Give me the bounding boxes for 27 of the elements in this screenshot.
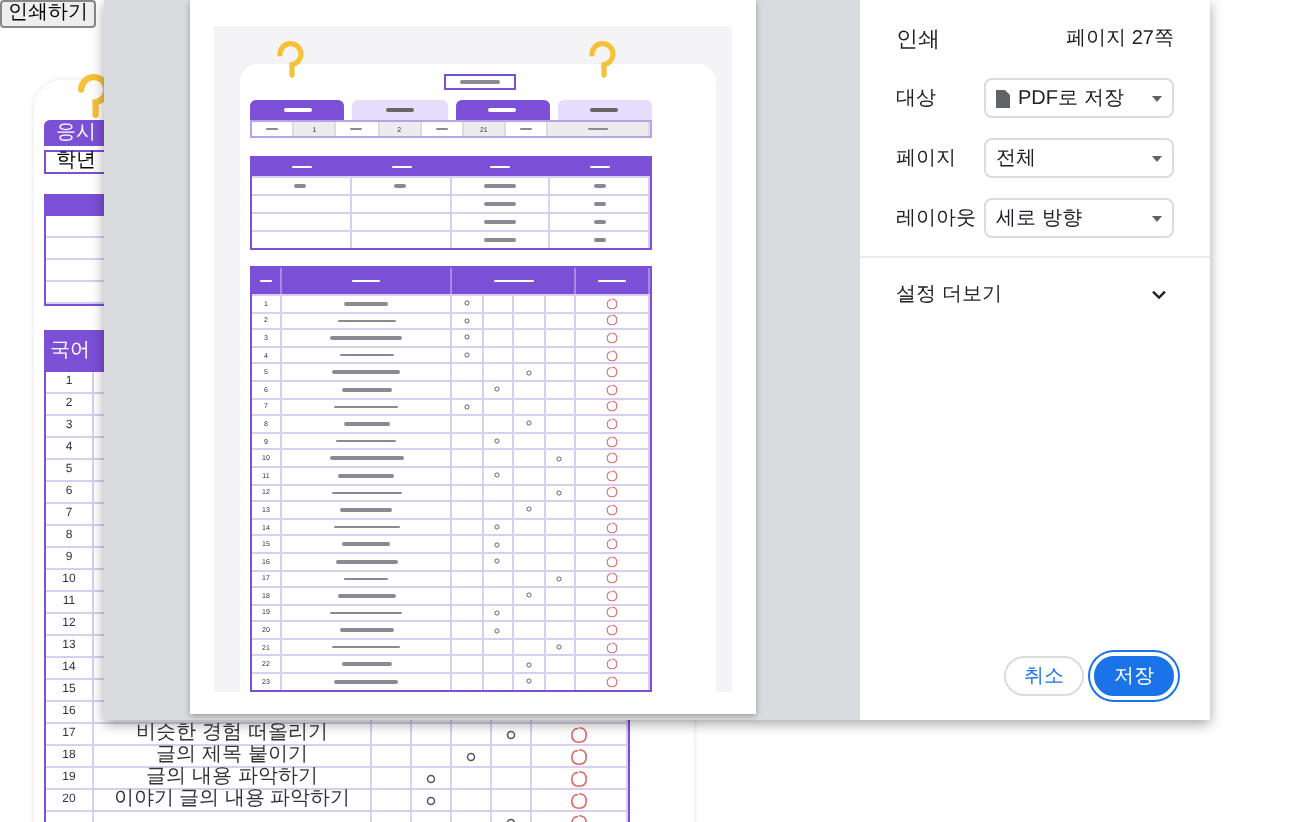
binder-ring-icon [274, 36, 304, 78]
cancel-button[interactable]: 취소 [1004, 656, 1084, 696]
chevron-icon [1152, 289, 1166, 299]
save-button[interactable]: 저장 [1094, 656, 1174, 696]
setting-label: 대상 [896, 86, 936, 112]
title-box [443, 74, 515, 90]
setting-select[interactable]: 세로 방향 [984, 198, 1174, 238]
evaluation-item: 글의 내용 파악하기 [146, 768, 318, 788]
column-header: 국어 [48, 338, 92, 366]
setting-label: 페이지 [896, 146, 956, 172]
setting-label: 레이아웃 [896, 206, 976, 232]
dropdown-arrow-icon [1152, 215, 1162, 221]
evaluation-item: 이야기 글의 내용 파악하기 [113, 790, 351, 810]
binder-ring-icon [74, 68, 110, 119]
setting-select[interactable]: PDF로 저장 [984, 78, 1174, 118]
binder-ring-icon [586, 36, 616, 78]
page-count: 페이지 27쪽 [1066, 26, 1174, 52]
evaluation-item: 비슷한 경험 떠올리기 [136, 724, 328, 744]
setting-select[interactable]: 전체 [984, 138, 1174, 178]
file-icon [996, 89, 1010, 107]
dropdown-arrow-icon [1152, 155, 1162, 161]
print-button[interactable]: 인쇄하기 [0, 0, 96, 28]
dialog-title: 인쇄 [896, 25, 940, 53]
dropdown-arrow-icon [1152, 95, 1162, 101]
more-settings-label: 설정 더보기 [896, 282, 1002, 308]
more-settings-toggle[interactable]: 설정 더보기 [896, 258, 1174, 330]
evaluation-item: 글의 제목 붙이기 [156, 746, 308, 766]
